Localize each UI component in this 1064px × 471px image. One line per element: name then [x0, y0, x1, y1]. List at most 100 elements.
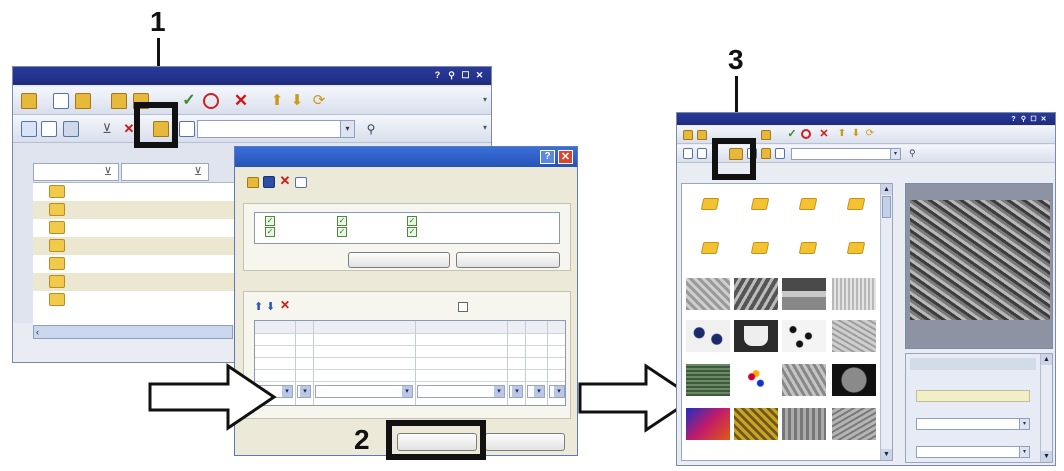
checkbox[interactable]: ✓	[407, 227, 417, 237]
image-thumbnail[interactable]	[686, 320, 730, 352]
grid-icon[interactable]	[775, 148, 785, 159]
chevron-down-icon[interactable]: ▾	[534, 386, 544, 397]
image-thumbnail[interactable]	[734, 408, 778, 440]
chevron-down-icon[interactable]: ▾	[554, 386, 564, 397]
column-select[interactable]: ▾	[527, 385, 545, 398]
search-combo[interactable]: ▾	[197, 120, 355, 138]
image-thumbnail[interactable]	[782, 408, 826, 440]
details-view-icon[interactable]	[179, 121, 195, 137]
vertical-scrollbar[interactable]: ▲ ▼	[1040, 354, 1052, 462]
image-thumbnail[interactable]	[832, 278, 876, 310]
folder-icon[interactable]	[846, 198, 866, 210]
chevron-down-icon[interactable]: ▾	[890, 149, 900, 159]
folder-icon[interactable]	[798, 198, 818, 210]
image-thumbnail[interactable]	[782, 278, 826, 310]
chevron-down-icon[interactable]: ▾	[512, 386, 522, 397]
image-thumbnail[interactable]	[686, 278, 730, 310]
filter-funnel-icon[interactable]: ⊻	[104, 166, 116, 178]
chevron-down-icon[interactable]: ▾	[494, 386, 504, 397]
dialog-help-button[interactable]: ?	[540, 150, 555, 164]
remove-icon[interactable]: ✕	[280, 298, 290, 312]
chevron-down-icon[interactable]: ▾	[402, 386, 412, 397]
scroll-up-icon[interactable]: ▲	[1041, 354, 1052, 365]
move-down-icon[interactable]: ⬇	[266, 300, 275, 313]
delete-icon[interactable]: ✕	[233, 92, 249, 109]
download-icon[interactable]: ⬇	[289, 93, 305, 109]
folder-icon[interactable]	[750, 242, 770, 254]
new-folder-icon[interactable]	[683, 130, 693, 140]
share-folder-icon[interactable]	[761, 130, 771, 140]
help-icon[interactable]: ?	[432, 70, 443, 81]
upload-icon[interactable]: ⬆	[269, 93, 285, 109]
toolbar-overflow-icon[interactable]: ▾	[483, 95, 487, 104]
property-select[interactable]: ▾	[916, 446, 1030, 458]
vertical-scrollbar[interactable]: ▲ ▼	[880, 184, 892, 460]
move-up-icon[interactable]: ⬆	[254, 300, 263, 313]
toolbar-overflow-icon-2[interactable]: ▾	[483, 123, 487, 132]
filter-icon[interactable]: ⊻	[99, 121, 115, 137]
binoculars-icon[interactable]: ⚲	[909, 148, 921, 159]
copy-icon[interactable]	[697, 148, 707, 159]
cancel-icon[interactable]	[203, 93, 219, 109]
image-thumbnail[interactable]	[734, 320, 778, 352]
horizontal-scrollbar[interactable]: ‹	[33, 325, 233, 339]
check-icon[interactable]: ✓	[181, 93, 197, 109]
delete-icon[interactable]: ✕	[279, 174, 291, 188]
close-icon[interactable]: ✕	[474, 70, 485, 81]
lock-folder-icon[interactable]	[111, 93, 127, 109]
copy-icon[interactable]	[41, 121, 57, 137]
view-icon[interactable]	[683, 148, 693, 159]
open-folder-icon[interactable]	[75, 93, 91, 109]
image-thumbnail[interactable]	[686, 364, 730, 396]
paste-icon[interactable]	[63, 121, 79, 137]
scroll-down-icon[interactable]: ▼	[881, 449, 892, 460]
save-icon[interactable]	[263, 176, 275, 188]
chevron-down-icon[interactable]: ▾	[1019, 419, 1029, 429]
checkbox[interactable]: ✓	[265, 227, 275, 237]
checkbox[interactable]: ✓	[337, 216, 347, 226]
close-icon[interactable]: ✕	[1038, 114, 1049, 125]
filter-funnel-icon-2[interactable]: ⊻	[194, 166, 206, 178]
image-thumbnail[interactable]	[832, 408, 876, 440]
checkbox[interactable]: ✓	[337, 227, 347, 237]
chevron-down-icon[interactable]: ▾	[282, 386, 292, 397]
column-select[interactable]: ▾	[549, 385, 565, 398]
image-thumbnail[interactable]	[686, 408, 730, 440]
scroll-thumb[interactable]	[882, 196, 891, 218]
maximize-icon[interactable]: ☐	[460, 70, 471, 81]
option-button-1[interactable]	[348, 252, 450, 268]
pin-icon[interactable]: ⚲	[446, 70, 457, 81]
open-folder-icon[interactable]	[697, 130, 707, 140]
folder-icon[interactable]	[798, 242, 818, 254]
new-folder-icon[interactable]	[21, 93, 37, 109]
dialog-close-button[interactable]: ✕	[558, 150, 573, 164]
sync-icon[interactable]: ⟳	[865, 128, 875, 140]
option-button-2[interactable]	[456, 252, 560, 268]
folder-icon[interactable]	[700, 198, 720, 210]
chevron-down-icon[interactable]: ▾	[300, 386, 310, 397]
view-icon[interactable]	[21, 121, 37, 137]
image-thumbnail[interactable]	[832, 320, 876, 352]
filter-cell-1[interactable]: ⊻	[33, 163, 119, 181]
properties-icon[interactable]	[295, 177, 307, 188]
chevron-down-icon[interactable]: ▾	[1019, 447, 1029, 457]
upload-icon[interactable]: ⬆	[837, 128, 847, 140]
download-icon[interactable]: ⬇	[851, 128, 861, 140]
folder-icon[interactable]	[750, 198, 770, 210]
option-checkbox[interactable]	[458, 302, 468, 312]
open-icon[interactable]	[247, 177, 259, 188]
column-select[interactable]: ▾	[509, 385, 523, 398]
property-select[interactable]: ▾	[916, 418, 1030, 430]
image-thumbnail[interactable]	[734, 364, 778, 396]
folder-icon[interactable]	[761, 148, 771, 159]
image-thumbnail[interactable]	[734, 278, 778, 310]
property-field[interactable]	[916, 390, 1030, 402]
scroll-left-icon[interactable]: ‹	[36, 326, 39, 338]
new-document-icon[interactable]	[53, 93, 69, 109]
cancel-button[interactable]	[485, 433, 565, 451]
search-combo[interactable]: ▾	[791, 148, 901, 160]
scroll-down-icon[interactable]: ▼	[1041, 451, 1052, 462]
binoculars-icon[interactable]: ⚲	[363, 121, 379, 137]
sync-icon[interactable]: ⟳	[311, 93, 327, 109]
checkbox[interactable]: ✓	[407, 216, 417, 226]
